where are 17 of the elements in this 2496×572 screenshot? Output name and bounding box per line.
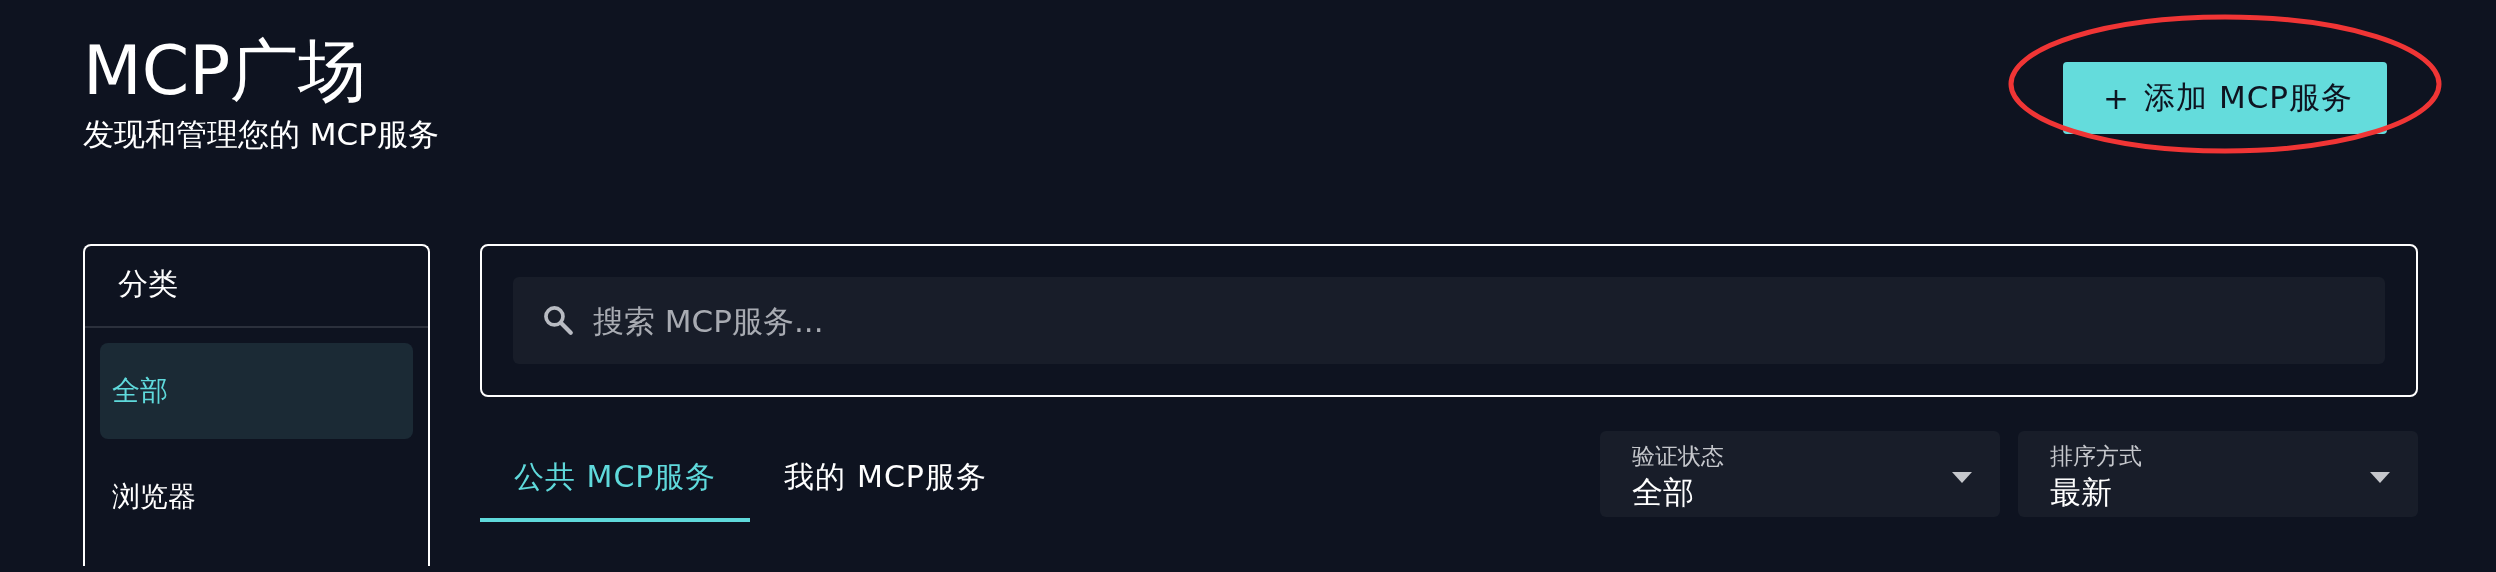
category-item[interactable]: 全部 [100, 343, 413, 439]
category-title: 分类 [85, 246, 428, 328]
search-field[interactable]: 搜索 MCP服务... [513, 277, 2385, 364]
filter-dropdown[interactable]: 排序方式 最新 [2018, 431, 2418, 517]
filter-dropdown[interactable]: 验证状态 全部 [1600, 431, 2000, 517]
dropdown-value: 最新 [2050, 472, 2113, 512]
page-subtitle: 发现和管理您的 MCP服务 [83, 115, 439, 154]
dropdown-label: 排序方式 [2050, 441, 2142, 471]
category-item[interactable]: 浏览器 [100, 449, 413, 545]
caret-icon [1952, 471, 1972, 483]
caret-icon [2370, 471, 2390, 483]
page-title: MCP广场 [83, 30, 368, 112]
dropdown-label: 验证状态 [1632, 441, 1724, 471]
dropdown-value: 全部 [1632, 472, 1695, 512]
service-tab[interactable]: 我的 MCP服务 [750, 436, 1021, 522]
service-tab[interactable]: 公共 MCP服务 [480, 436, 751, 522]
add-service-button[interactable]: + 添加 MCP服务 [2063, 62, 2387, 134]
